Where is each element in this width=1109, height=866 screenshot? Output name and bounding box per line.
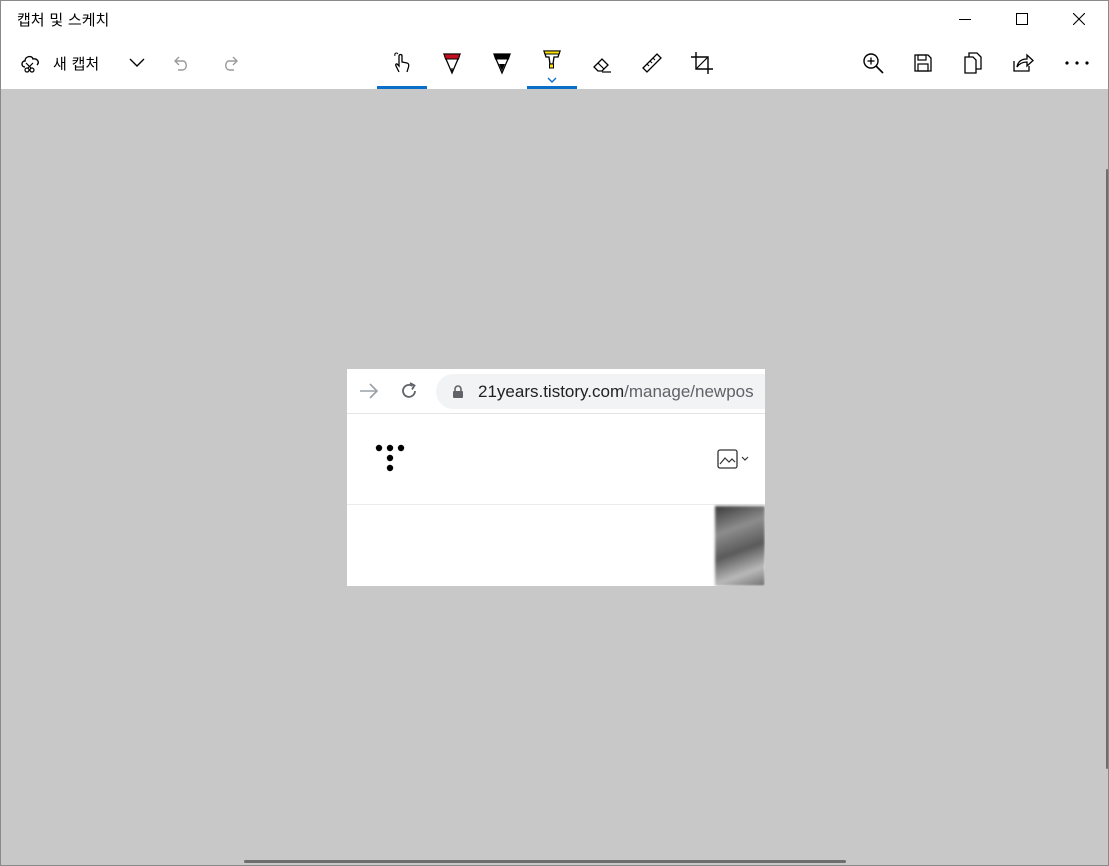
crop-button[interactable] (677, 37, 727, 89)
vertical-scrollbar[interactable] (1106, 169, 1108, 769)
new-capture-dropdown[interactable] (117, 37, 157, 89)
pencil-button[interactable] (477, 37, 527, 89)
chevron-down-icon (129, 58, 145, 67)
new-capture-button[interactable]: 새 캡처 (11, 37, 111, 89)
maximize-button[interactable] (994, 1, 1050, 37)
save-button[interactable] (899, 37, 947, 89)
captured-url-text: 21years.tistory.com/manage/newpos (478, 382, 754, 402)
ballpoint-pen-icon (443, 53, 461, 75)
eraser-icon (593, 58, 611, 73)
touch-writing-icon (394, 52, 410, 73)
captured-browser-address-bar: 21years.tistory.com/manage/newpos (347, 369, 765, 414)
horizontal-scrollbar[interactable] (244, 860, 846, 863)
image-insert-icon (717, 449, 749, 469)
undo-icon (174, 56, 187, 71)
reload-icon (402, 382, 416, 398)
captured-site-header (347, 415, 765, 505)
toolbar: 새 캡처 (1, 37, 1108, 89)
copy-icon (964, 52, 982, 74)
new-capture-label: 새 캡처 (53, 55, 100, 73)
snip-and-sketch-window: 캡처 및 스케치 새 캡처 21years.tistory.com/manage… (0, 0, 1109, 866)
share-icon (1013, 53, 1034, 72)
capture-canvas[interactable]: 21years.tistory.com/manage/newpos (1, 89, 1108, 865)
minimize-icon (959, 19, 971, 20)
highlighter-icon (543, 50, 561, 69)
ruler-button[interactable] (627, 37, 677, 89)
captured-url-host: 21years.tistory.com (478, 382, 625, 401)
pencil-icon (493, 53, 511, 75)
window-title: 캡처 및 스케치 (17, 11, 110, 29)
tistory-logo-icon (375, 444, 405, 472)
forward-arrow-icon (360, 383, 379, 399)
crop-icon (691, 52, 713, 74)
touch-writing-button[interactable] (377, 37, 427, 89)
redo-button[interactable] (211, 37, 251, 89)
ballpoint-pen-button[interactable] (427, 37, 477, 89)
share-button[interactable] (999, 37, 1047, 89)
zoom-button[interactable] (849, 37, 897, 89)
highlighter-button[interactable] (527, 37, 577, 89)
copy-button[interactable] (949, 37, 997, 89)
close-button[interactable] (1051, 1, 1107, 37)
captured-url-field: 21years.tistory.com/manage/newpos (436, 374, 765, 409)
minimize-button[interactable] (937, 1, 993, 37)
eraser-button[interactable] (577, 37, 627, 89)
captured-image: 21years.tistory.com/manage/newpos (347, 369, 765, 586)
redo-icon (225, 56, 238, 71)
new-capture-icon (21, 55, 39, 73)
maximize-icon (1016, 13, 1028, 25)
save-icon (914, 54, 932, 72)
more-button[interactable] (1053, 37, 1101, 89)
captured-url-path: /manage/newpos (624, 382, 754, 401)
close-icon (1073, 13, 1085, 25)
title-bar: 캡처 및 스케치 (1, 1, 1108, 37)
more-icon (1065, 61, 1089, 65)
highlighter-options-chevron-icon (547, 77, 557, 83)
zoom-in-icon (863, 53, 884, 74)
ruler-icon (642, 53, 662, 73)
captured-blurred-thumbnail (715, 506, 765, 586)
undo-button[interactable] (161, 37, 201, 89)
lock-icon (453, 385, 463, 398)
